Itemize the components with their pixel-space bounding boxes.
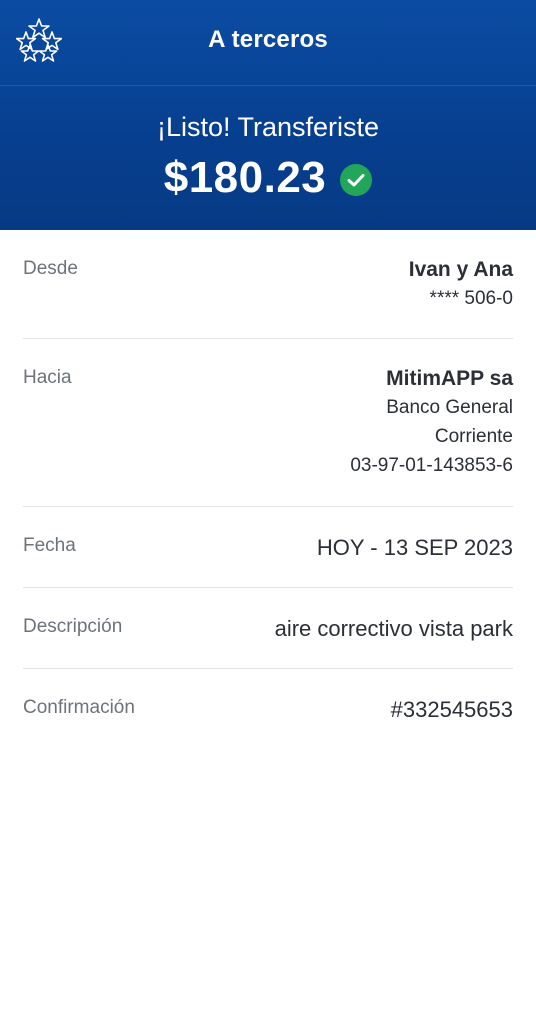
top-bar: A terceros [0,0,536,86]
hacia-account-number: 03-97-01-143853-6 [350,455,513,476]
hacia-account-type: Corriente [434,426,513,447]
confirmacion-values: #332545653 [391,696,513,724]
desde-label: Desde [23,258,78,279]
hacia-label: Hacia [23,367,72,388]
transfer-status-text: ¡Listo! Transferiste [156,112,380,142]
transfer-details: Desde Ivan y Ana **** 506-0 Hacia MitimA… [23,230,513,749]
hacia-name: MitimAPP sa [386,367,513,390]
detail-row-hacia: Hacia MitimAPP sa Banco General Corrient… [23,339,513,507]
header: A terceros ¡Listo! Transferiste $180.23 [0,0,536,230]
page-title: A terceros [208,26,328,53]
fecha-label: Fecha [23,535,76,556]
confirmacion-value: #332545653 [390,697,513,722]
desde-name: Ivan y Ana [408,258,513,281]
detail-row-fecha: Fecha HOY - 13 SEP 2023 [23,507,513,588]
amount-row: $180.23 [0,150,536,206]
descripcion-value: aire correctivo vista park [274,616,513,641]
desde-values: Ivan y Ana **** 506-0 [409,256,513,313]
fecha-value: HOY - 13 SEP 2023 [316,535,513,560]
detail-row-desde: Desde Ivan y Ana **** 506-0 [23,230,513,339]
hacia-bank: Banco General [386,397,513,418]
fecha-values: HOY - 13 SEP 2023 [317,534,513,562]
transfer-receipt-screen: A terceros ¡Listo! Transferiste $180.23 … [0,0,536,1024]
check-circle-icon [340,164,373,196]
detail-row-descripcion: Descripción aire correctivo vista park [23,588,513,669]
detail-row-confirmacion: Confirmación #332545653 [23,669,513,749]
confirmacion-label: Confirmación [23,697,135,718]
hacia-values: MitimAPP sa Banco General Corriente 03-9… [350,365,513,480]
desde-account: **** 506-0 [429,288,513,309]
transfer-amount: $180.23 [163,153,327,202]
descripcion-values: aire correctivo vista park [275,615,513,643]
descripcion-label: Descripción [23,616,123,637]
